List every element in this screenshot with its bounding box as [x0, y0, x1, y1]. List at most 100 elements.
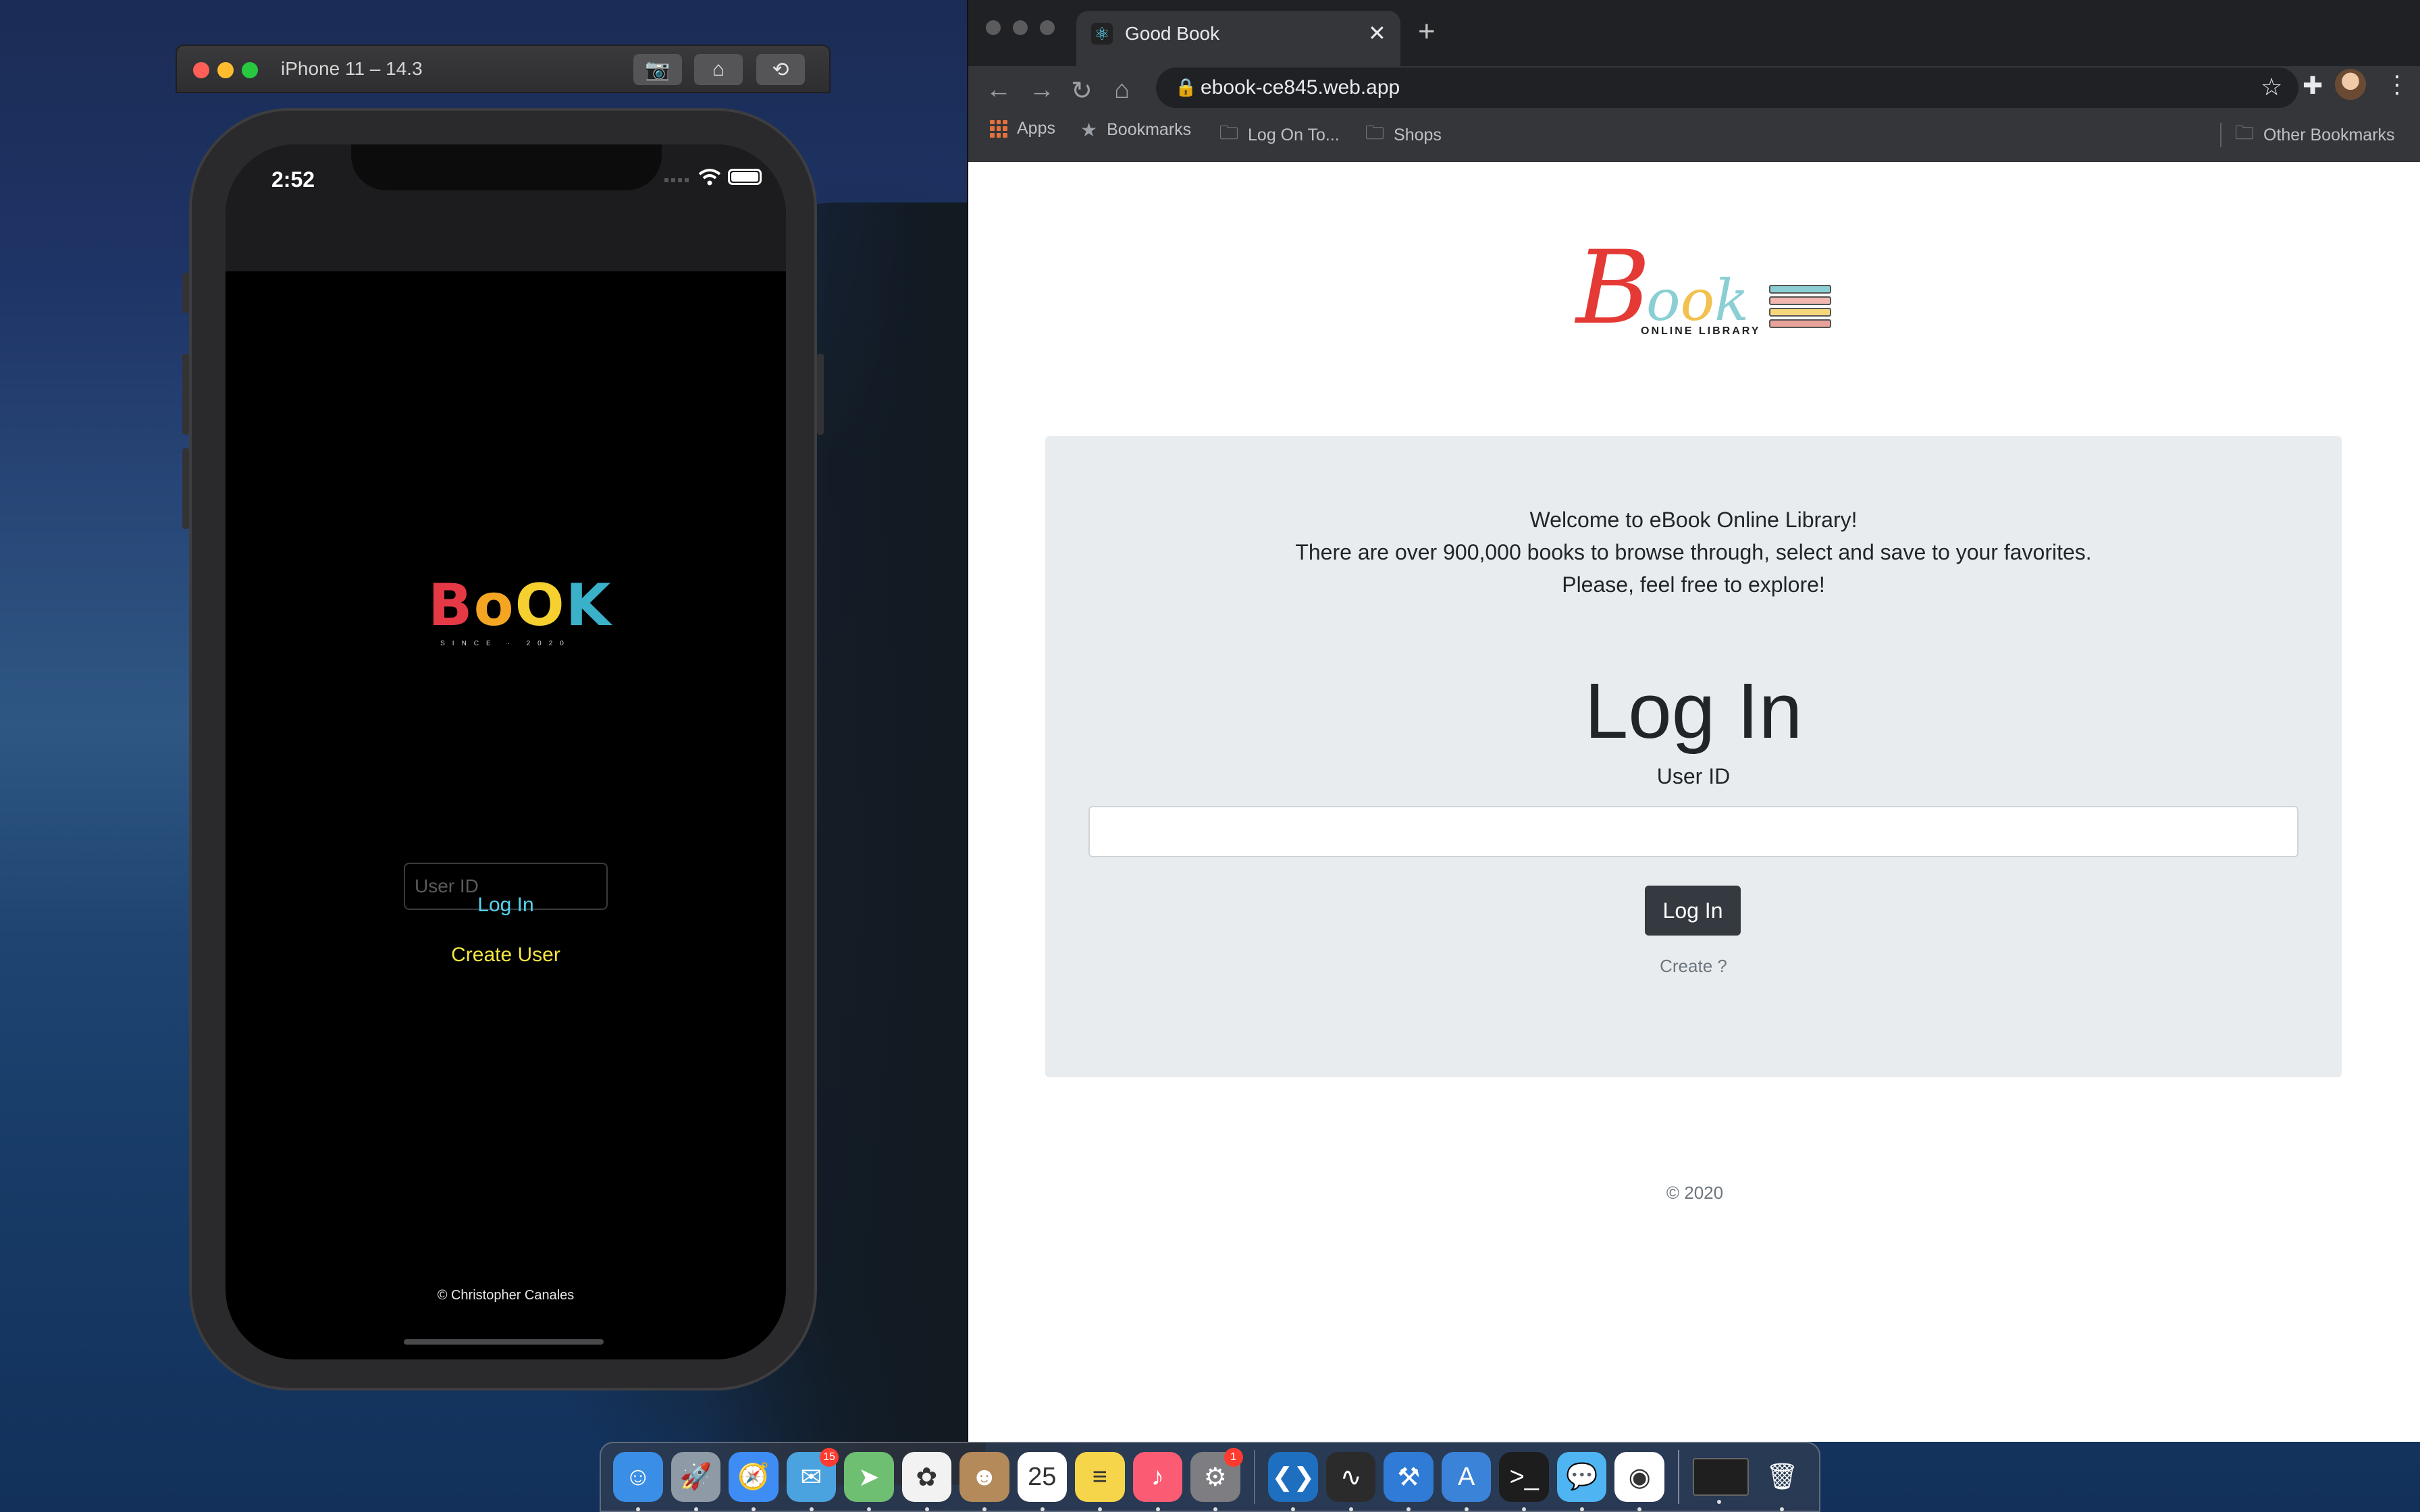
ios-copyright: © Christopher Canales [437, 1288, 575, 1303]
close-window-button[interactable] [986, 20, 1001, 35]
minimize-window-button[interactable] [1013, 20, 1028, 35]
bookmark-bookmarks[interactable]: ★ Bookmarks [1080, 119, 1191, 141]
notification-badge: 15 [820, 1448, 839, 1467]
close-window-button[interactable] [193, 62, 209, 78]
bookmark-folder-log-on[interactable]: 🗀 Log On To... [1219, 119, 1340, 151]
page-footer: © 2020 [1666, 1183, 1724, 1203]
tab-title: Good Book [1125, 23, 1220, 44]
lock-icon: 🔒 [1175, 77, 1197, 97]
terminal-icon[interactable]: >_ [1499, 1452, 1549, 1511]
bookmark-label: Bookmarks [1107, 120, 1192, 139]
mail-icon[interactable]: ✉ 15 [786, 1448, 839, 1511]
music-icon[interactable]: ♪ [1132, 1452, 1182, 1511]
vscode-icon[interactable]: ❮❯ [1268, 1452, 1318, 1511]
running-indicator [693, 1507, 698, 1511]
recent-window-icon[interactable] [1692, 1458, 1750, 1504]
home-icon[interactable]: ⌂ [1114, 76, 1130, 105]
star-icon: ★ [1080, 119, 1098, 140]
bookmark-label: Log On To... [1248, 125, 1340, 144]
kebab-menu-icon[interactable]: ⋮ [2385, 70, 2409, 99]
system-preferences-icon[interactable]: ⚙ 1 [1190, 1448, 1243, 1511]
folder-icon: 🗀 [2235, 122, 2255, 143]
home-icon: ⌂ [712, 58, 725, 80]
bookmark-folder-shops[interactable]: 🗀 Shops [1365, 119, 1442, 151]
calendar-icon[interactable]: 25 [1017, 1452, 1067, 1511]
create-account-link[interactable]: Create ? [1045, 956, 2342, 977]
running-indicator [809, 1507, 814, 1511]
running-indicator [1406, 1507, 1411, 1511]
welcome-line: There are over 900,000 books to browse t… [1295, 540, 2092, 564]
running-indicator [1522, 1507, 1527, 1511]
zoom-window-button[interactable] [242, 62, 258, 78]
zoom-window-button[interactable] [1040, 20, 1055, 35]
reload-icon[interactable]: ↻ [1071, 76, 1093, 106]
wifi-icon [698, 169, 721, 186]
ios-status-bar: 2:52 [226, 144, 786, 271]
profile-avatar[interactable] [2335, 69, 2366, 100]
extensions-puzzle-icon[interactable]: ✚ [2303, 72, 2323, 100]
tab-good-book[interactable]: ⚛ Good Book ✕ [1076, 11, 1400, 66]
folder-icon: 🗀 [1219, 122, 1239, 143]
instruments-icon[interactable]: A [1441, 1452, 1492, 1511]
trash-icon[interactable]: 🗑 [1757, 1452, 1807, 1511]
url-text[interactable]: ebook-ce845.web.app [1201, 76, 1400, 99]
volume-up-button [182, 354, 189, 435]
photos-icon[interactable]: ✿ [901, 1452, 951, 1511]
xcode-icon[interactable]: ⚒ [1384, 1452, 1433, 1511]
notes-icon[interactable]: ≡ [1075, 1452, 1125, 1511]
logo-since-text: SINCE · 2020 [440, 640, 571, 647]
back-icon[interactable]: ← [986, 76, 1011, 105]
simulator-titlebar[interactable]: iPhone 11 – 14.3 📷 ⌂ ⟲ [176, 45, 831, 93]
home-button[interactable]: ⌂ [694, 54, 743, 85]
login-button[interactable]: Log In [1645, 886, 1741, 936]
ios-login-button[interactable]: Log In [226, 894, 786, 917]
messages-icon[interactable]: 💬 [1556, 1452, 1607, 1511]
running-indicator [1213, 1507, 1217, 1511]
ios-create-user-button[interactable]: Create User [226, 944, 786, 967]
dock-separator [1253, 1450, 1255, 1504]
close-tab-icon[interactable]: ✕ [1368, 20, 1386, 46]
new-tab-button[interactable]: + [1418, 15, 1436, 49]
rotate-button[interactable]: ⟲ [756, 54, 805, 85]
finder-icon[interactable]: ☺ [613, 1452, 663, 1511]
logo-rest: ook [1646, 267, 1750, 333]
logo-letter: K [565, 572, 612, 639]
forward-icon[interactable]: → [1029, 76, 1055, 105]
running-indicator [1780, 1507, 1785, 1511]
rotate-icon: ⟲ [772, 58, 789, 81]
address-bar[interactable]: 🔒 ebook-ce845.web.app ☆ [1156, 68, 2298, 108]
status-time: 2:52 [271, 167, 315, 192]
bookmarks-divider [2220, 123, 2221, 147]
app-logo-word: BoOK [428, 576, 610, 634]
user-id-input[interactable] [1088, 806, 2298, 857]
bookmark-star-icon[interactable]: ☆ [2261, 73, 2282, 101]
cellular-signal-icon [664, 178, 691, 182]
apps-grid-icon [990, 119, 1007, 138]
bookmark-label: Other Bookmarks [2263, 125, 2395, 144]
maps-icon[interactable]: ➤ [844, 1452, 894, 1511]
home-indicator[interactable] [404, 1339, 604, 1345]
running-indicator [867, 1507, 871, 1511]
user-id-label: User ID [1656, 764, 1731, 788]
running-indicator [1637, 1507, 1642, 1511]
running-indicator [636, 1507, 640, 1511]
chrome-window: ⚛ Good Book ✕ + ← → ↻ ⌂ 🔒 ebook-ce845.we… [967, 0, 2420, 1442]
mute-switch [182, 273, 189, 313]
bookmarks-bar: Apps ★ Bookmarks 🗀 Log On To... 🗀 Shops … [968, 108, 2420, 162]
activity-monitor-icon[interactable]: ∿ [1325, 1452, 1376, 1511]
logo-letter: B [428, 572, 474, 639]
safari-icon[interactable]: 🧭 [729, 1452, 779, 1511]
tab-strip: ⚛ Good Book ✕ + [968, 0, 2420, 66]
running-indicator [1291, 1507, 1296, 1511]
bookmark-other-bookmarks[interactable]: 🗀 Other Bookmarks [2235, 119, 2395, 151]
contacts-icon[interactable]: ☻ [959, 1452, 1009, 1511]
running-indicator [1579, 1507, 1584, 1511]
bookmark-apps[interactable]: Apps [990, 119, 1055, 138]
screenshot-button[interactable]: 📷 [633, 54, 682, 85]
bookmark-label: Apps [1017, 119, 1055, 138]
minimize-window-button[interactable] [217, 62, 234, 78]
bookmark-label: Shops [1394, 125, 1442, 144]
chrome-icon[interactable]: ◉ [1614, 1452, 1664, 1511]
welcome-line: Welcome to eBook Online Library! [1529, 508, 1858, 532]
launchpad-icon[interactable]: 🚀 [670, 1452, 720, 1511]
